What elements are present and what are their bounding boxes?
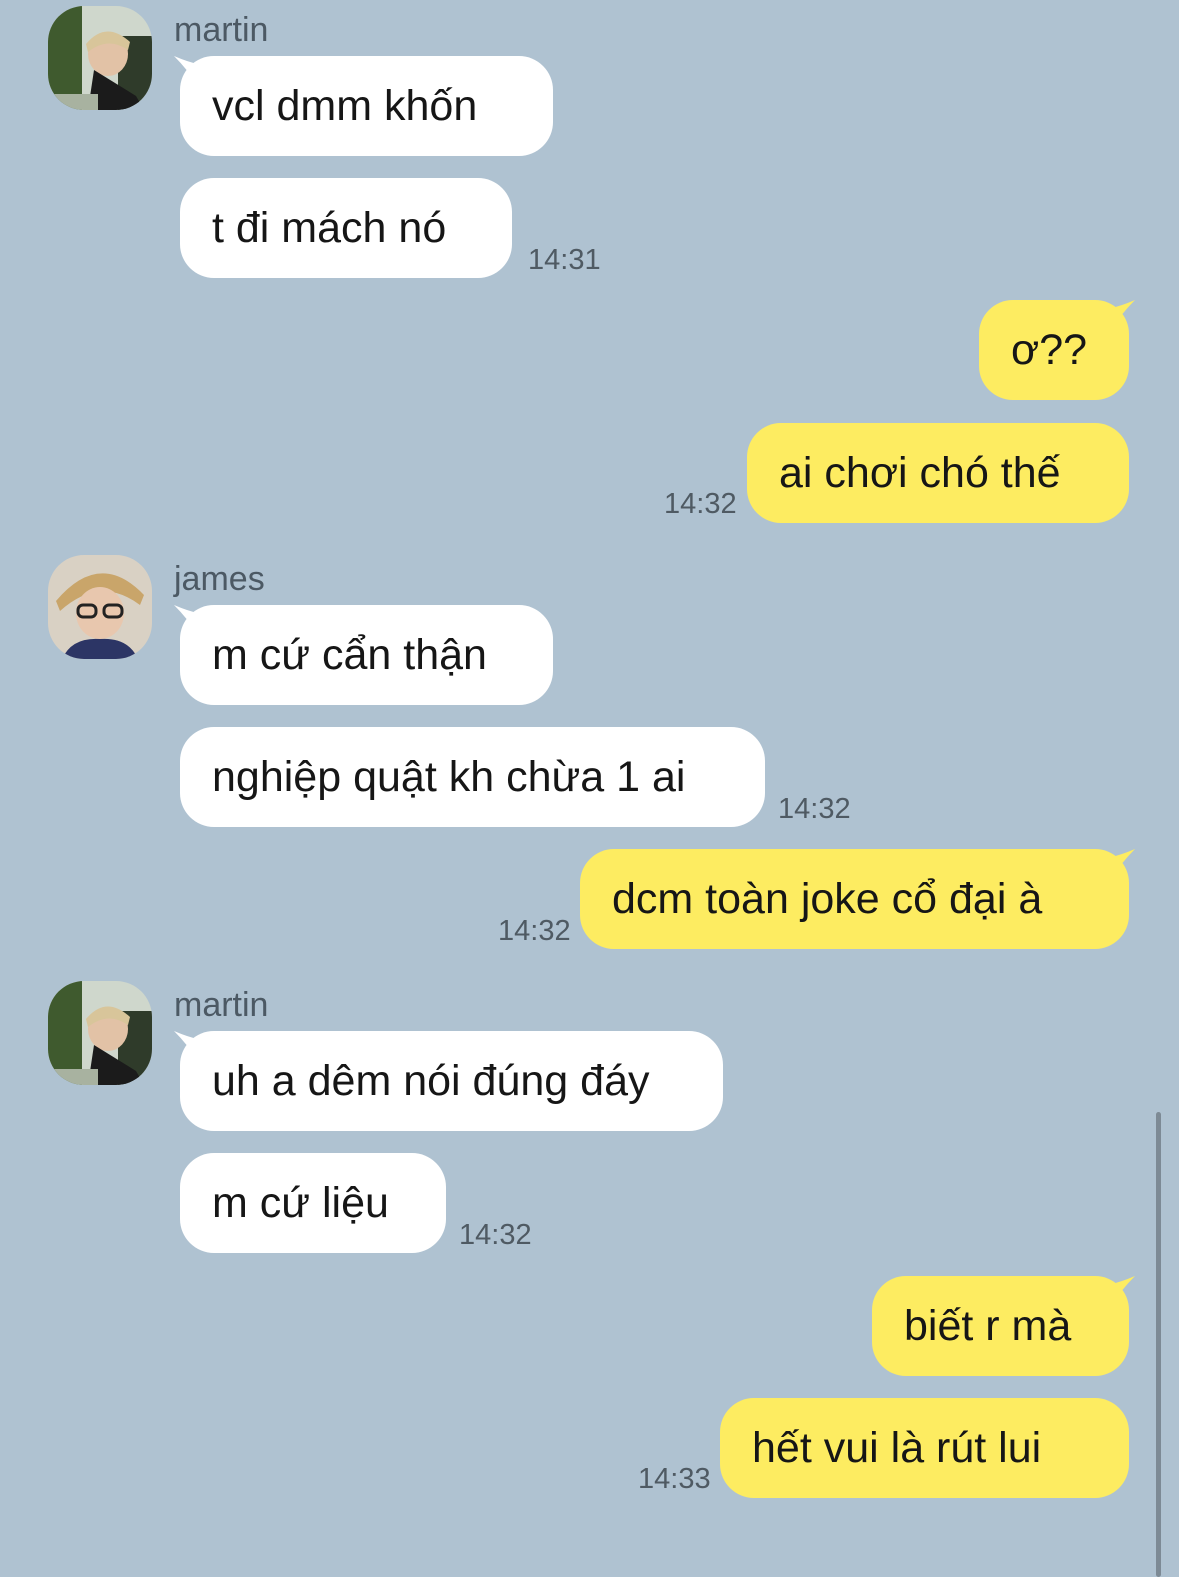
message-timestamp: 14:32 [664,488,737,520]
sender-name: martin [174,986,269,1024]
message-bubble-outgoing[interactable]: dcm toàn joke cổ đại à [580,849,1129,949]
message-bubble-incoming[interactable]: uh a dêm nói đúng đáy [180,1031,723,1131]
message-bubble-incoming[interactable]: m cứ cẩn thận [180,605,553,705]
message-timestamp: 14:32 [498,915,571,947]
message-bubble-incoming[interactable]: m cứ liệu [180,1153,446,1253]
message-bubble-outgoing[interactable]: ơ?? [979,300,1129,400]
scrollbar[interactable] [1156,1112,1161,1577]
avatar-martin[interactable] [48,6,152,110]
message-timestamp: 14:31 [528,244,601,276]
message-timestamp: 14:33 [638,1463,711,1495]
avatar-martin-image [48,6,152,110]
sender-name: james [174,560,265,598]
message-timestamp: 14:32 [778,793,851,825]
sender-name: martin [174,11,269,49]
message-bubble-outgoing[interactable]: biết r mà [872,1276,1129,1376]
avatar-james-image [48,555,152,659]
avatar-martin-image [48,981,152,1085]
chat-view[interactable]: martin vcl dmm khốn t đi mách nó 14:31 ơ… [0,0,1179,1577]
message-bubble-incoming[interactable]: t đi mách nó [180,178,512,278]
message-bubble-incoming[interactable]: vcl dmm khốn [180,56,553,156]
message-timestamp: 14:32 [459,1219,532,1251]
message-bubble-outgoing[interactable]: ai chơi chó thế [747,423,1129,523]
message-bubble-outgoing[interactable]: hết vui là rút lui [720,1398,1129,1498]
avatar-martin[interactable] [48,981,152,1085]
avatar-james[interactable] [48,555,152,659]
message-bubble-incoming[interactable]: nghiệp quật kh chừa 1 ai [180,727,765,827]
